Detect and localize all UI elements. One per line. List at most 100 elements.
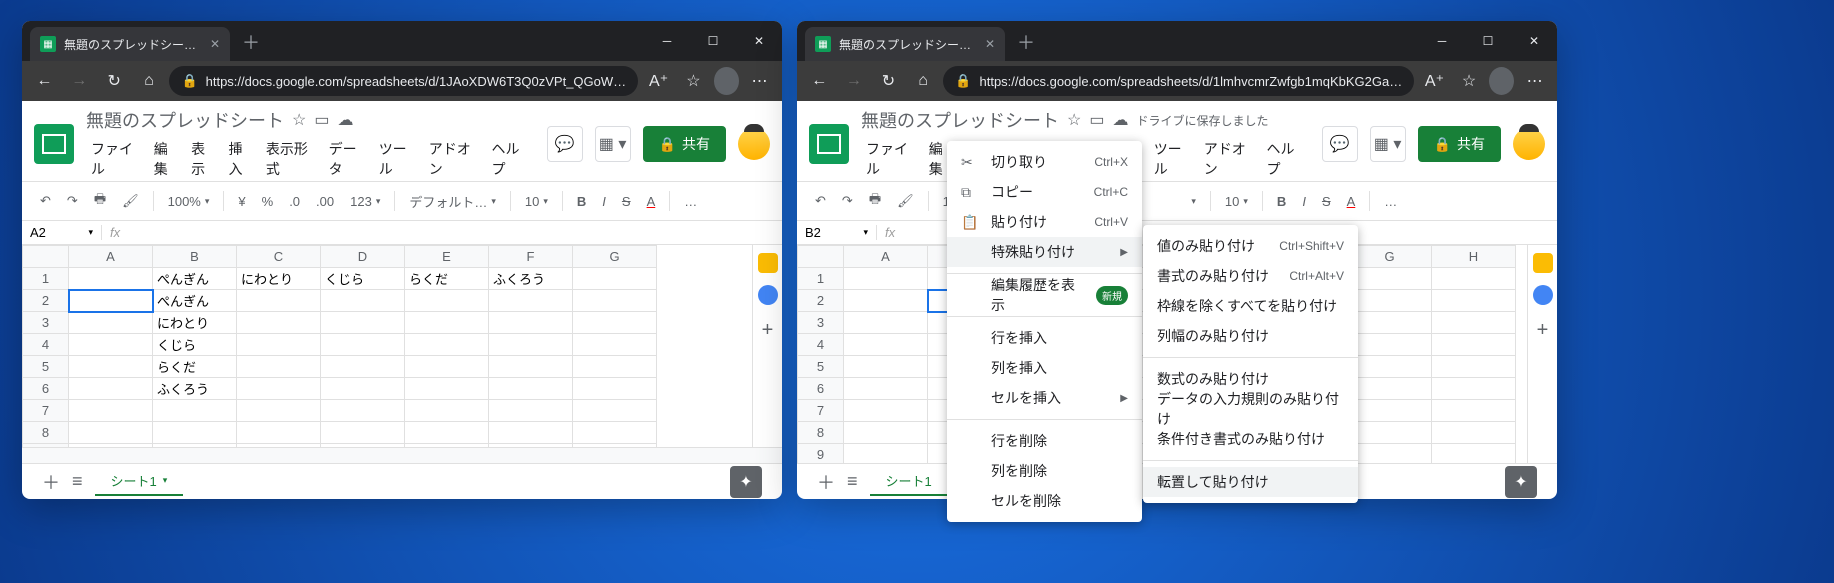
back-button[interactable]: ←	[805, 65, 834, 97]
home-button[interactable]: ⌂	[909, 65, 938, 97]
cell[interactable]: らくだ	[153, 356, 237, 378]
sheet-tab[interactable]: シート1	[870, 467, 948, 496]
currency-button[interactable]: ¥	[232, 190, 251, 213]
ctx-delete-col[interactable]: 列を削除	[947, 456, 1142, 486]
close-window-button[interactable]: ✕	[1511, 21, 1557, 61]
menu-edit[interactable]: 編集	[149, 137, 184, 181]
row-header[interactable]: 2	[23, 290, 69, 312]
strike-button[interactable]: S	[616, 190, 637, 213]
minimize-button[interactable]: ─	[644, 21, 690, 61]
cell[interactable]: ぺんぎん	[153, 290, 237, 312]
menu-file[interactable]: ファイル	[861, 137, 922, 181]
italic-button[interactable]: I	[596, 190, 612, 213]
addons-plus-button[interactable]: +	[755, 317, 781, 343]
name-box[interactable]: B2▾	[797, 225, 877, 240]
unknown-dropdown[interactable]	[1181, 192, 1202, 211]
star-icon[interactable]: ☆	[1067, 110, 1081, 130]
grid-main[interactable]: ABCDEFG 1ぺんぎんにわとりくじららくだふくろう 2ぺんぎん 3にわとり …	[22, 245, 752, 447]
close-tab-icon[interactable]: ✕	[985, 37, 995, 51]
more-formats-button[interactable]: 123	[344, 190, 386, 213]
text-color-button[interactable]: A	[641, 190, 662, 213]
user-avatar[interactable]	[1513, 128, 1545, 160]
italic-button[interactable]: I	[1296, 190, 1312, 213]
col-header[interactable]: B	[153, 246, 237, 268]
close-window-button[interactable]: ✕	[736, 21, 782, 61]
undo-button[interactable]: ↶	[34, 189, 57, 213]
ctx-paste-transpose[interactable]: 転置して貼り付け	[1143, 467, 1358, 497]
forward-button[interactable]: →	[65, 65, 94, 97]
share-button[interactable]: 🔒 共有	[643, 126, 726, 162]
cell[interactable]: くじら	[153, 334, 237, 356]
sheets-logo[interactable]	[34, 124, 74, 164]
ctx-paste-validation[interactable]: データの入力規則のみ貼り付け	[1143, 394, 1358, 424]
menu-format[interactable]: 表示形式	[261, 137, 322, 181]
bold-button[interactable]: B	[571, 190, 592, 213]
doc-title[interactable]: 無題のスプレッドシート	[86, 107, 284, 133]
addons-plus-button[interactable]: +	[1530, 317, 1556, 343]
cell[interactable]: くじら	[321, 268, 405, 290]
keep-icon[interactable]	[758, 253, 778, 273]
minimize-button[interactable]: ─	[1419, 21, 1465, 61]
row-header[interactable]: 4	[23, 334, 69, 356]
row-header[interactable]: 9	[798, 444, 844, 464]
tasks-icon[interactable]	[1533, 285, 1553, 305]
move-icon[interactable]: ▭	[314, 110, 329, 130]
share-button[interactable]: 🔒 共有	[1418, 126, 1501, 162]
browser-tab[interactable]: ▦ 無題のスプレッドシート - Google スプ ✕	[805, 27, 1005, 61]
menu-file[interactable]: ファイル	[86, 137, 147, 181]
name-box[interactable]: A2▾	[22, 225, 102, 240]
menu-help[interactable]: ヘルプ	[1262, 137, 1310, 181]
col-header[interactable]: C	[237, 246, 321, 268]
ctx-edit-history[interactable]: 編集履歴を表示新規	[947, 280, 1142, 310]
col-header[interactable]: E	[405, 246, 489, 268]
favorite-button[interactable]: ☆	[679, 65, 708, 97]
cell[interactable]: にわとり	[237, 268, 321, 290]
ctx-delete-row[interactable]: 行を削除	[947, 426, 1142, 456]
doc-title[interactable]: 無題のスプレッドシート	[861, 107, 1059, 133]
back-button[interactable]: ←	[30, 65, 59, 97]
cell[interactable]: ふくろう	[153, 378, 237, 400]
add-sheet-button[interactable]: ＋	[817, 469, 835, 495]
ctx-insert-col[interactable]: 列を挿入	[947, 353, 1142, 383]
cell[interactable]: ぺんぎん	[153, 268, 237, 290]
menu-addons[interactable]: アドオン	[1199, 137, 1260, 181]
col-header[interactable]: A	[844, 246, 928, 268]
col-header[interactable]: H	[1432, 246, 1516, 268]
ctx-paste-special[interactable]: 特殊貼り付け▶	[947, 237, 1142, 267]
cell[interactable]: らくだ	[405, 268, 489, 290]
user-avatar[interactable]	[738, 128, 770, 160]
print-button[interactable]: 🖶	[863, 186, 887, 216]
row-header[interactable]: 7	[23, 400, 69, 422]
row-header[interactable]: 8	[23, 422, 69, 444]
maximize-button[interactable]: ☐	[690, 21, 736, 61]
cloud-icon[interactable]: ☁	[337, 110, 353, 130]
forward-button[interactable]: →	[840, 65, 869, 97]
more-toolbar-button[interactable]: …	[1378, 190, 1403, 213]
ctx-paste-noborder[interactable]: 枠線を除くすべてを貼り付け	[1143, 291, 1358, 321]
row-header[interactable]: 6	[23, 378, 69, 400]
bold-button[interactable]: B	[1271, 190, 1292, 213]
present-button[interactable]: ▦ ▾	[595, 126, 631, 162]
all-sheets-button[interactable]: ≡	[72, 471, 83, 492]
font-dropdown[interactable]: デフォルト…	[403, 188, 502, 215]
ctx-paste-colwidth[interactable]: 列幅のみ貼り付け	[1143, 321, 1358, 351]
row-header[interactable]: 2	[798, 290, 844, 312]
row-header[interactable]: 5	[798, 356, 844, 378]
row-header[interactable]: 8	[798, 422, 844, 444]
move-icon[interactable]: ▭	[1089, 110, 1104, 130]
add-sheet-button[interactable]: ＋	[42, 469, 60, 495]
col-header[interactable]: G	[1348, 246, 1432, 268]
more-toolbar-button[interactable]: …	[678, 190, 703, 213]
menu-help[interactable]: ヘルプ	[487, 137, 535, 181]
menu-insert[interactable]: 挿入	[224, 137, 259, 181]
row-header[interactable]: 5	[23, 356, 69, 378]
menu-addons[interactable]: アドオン	[424, 137, 485, 181]
new-tab-button[interactable]: ＋	[1005, 29, 1047, 61]
home-button[interactable]: ⌂	[135, 65, 164, 97]
ctx-insert-cell[interactable]: セルを挿入▶	[947, 383, 1142, 413]
menu-tools[interactable]: ツール	[374, 137, 422, 181]
percent-button[interactable]: %	[256, 190, 280, 213]
menu-data[interactable]: データ	[324, 137, 372, 181]
col-header[interactable]: G	[573, 246, 657, 268]
paint-format-button[interactable]: 🖌	[116, 189, 145, 213]
